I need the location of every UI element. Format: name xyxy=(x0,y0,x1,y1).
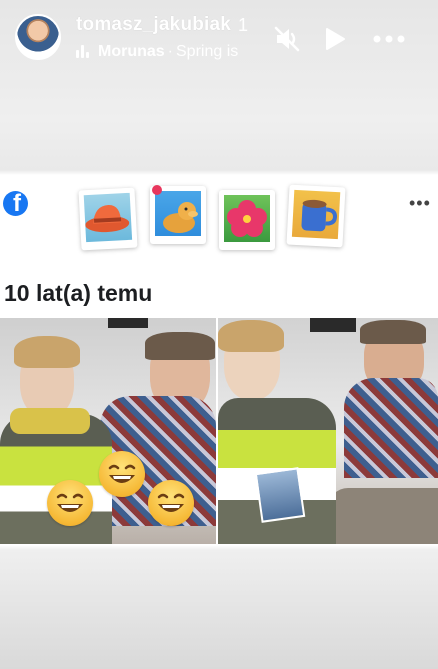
mute-button[interactable] xyxy=(270,22,304,56)
facebook-logo-icon: f xyxy=(3,191,28,216)
story-time: 1 xyxy=(238,15,249,35)
hibiscus-sticker xyxy=(219,190,275,250)
music-separator: · xyxy=(167,43,173,60)
photo-1[interactable] xyxy=(0,318,216,544)
avatar[interactable] xyxy=(15,14,61,60)
story-header: tomasz_jakubiak 1 Morunas · Spring is xyxy=(0,0,438,80)
play-button[interactable] xyxy=(318,22,352,56)
music-artist: Morunas xyxy=(98,43,165,60)
laughing-emoji-icon xyxy=(148,480,194,526)
more-button[interactable] xyxy=(372,22,406,56)
memory-title: 10 lat(a) temu xyxy=(4,280,153,306)
hibiscus-icon xyxy=(227,200,267,237)
coffee-cup-icon xyxy=(301,199,337,232)
photo-2[interactable] xyxy=(218,318,438,544)
notification-dot xyxy=(152,185,162,195)
hat-sticker xyxy=(78,187,138,251)
more-horizontal-icon xyxy=(373,35,405,43)
music-bars-icon xyxy=(76,45,92,59)
memory-options-button[interactable]: ••• xyxy=(409,193,431,214)
music-song: Spring is xyxy=(176,43,239,60)
coffee-cup-sticker xyxy=(286,184,346,248)
username[interactable]: tomasz_jakubiak xyxy=(76,14,231,36)
laughing-emoji-icon xyxy=(99,451,145,497)
laughing-emoji-icon xyxy=(47,480,93,526)
hat-icon xyxy=(85,204,130,233)
play-icon xyxy=(326,28,345,50)
speaker-muted-icon xyxy=(274,26,300,52)
dog-icon xyxy=(163,202,198,233)
music-attribution[interactable]: Morunas · Spring is xyxy=(76,43,252,65)
